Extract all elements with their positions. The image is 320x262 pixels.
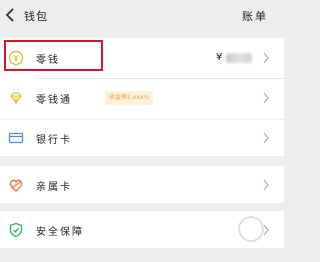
divider [36,78,284,79]
row-bank-card[interactable]: 银行卡 [0,121,284,155]
shield-icon [9,222,23,238]
family-group: 亲属卡 [0,166,284,203]
row-label: 安全保障 [36,227,84,238]
amount-symbol: ¥ [216,52,223,63]
row-label: 零钱通 [36,95,72,106]
chevron-right-icon [263,179,269,191]
page-title: 钱包 [24,10,48,23]
chevron-right-icon [263,92,269,104]
chevron-right-icon [263,132,269,144]
row-label: 亲属卡 [36,182,72,193]
yield-badge: 收益率2.xxx% [105,91,154,105]
diamond-icon [10,92,22,105]
bank-card-icon [8,132,24,144]
row-lingqiantong[interactable]: 零钱通 收益率2.xxx% [0,81,284,115]
highlight-box [4,40,103,71]
bill-link[interactable]: 账单 [242,8,268,24]
family-card-icon [9,179,23,192]
chevron-right-icon [263,52,269,64]
nav-bar: 钱包 账单 [0,0,284,30]
row-label: 银行卡 [36,135,72,146]
amount-obscured [226,53,252,63]
back-arrow-icon[interactable] [4,8,16,22]
watermark-logo [238,216,264,242]
bank-group: 银行卡 [0,120,284,156]
row-family-card[interactable]: 亲属卡 [0,168,284,202]
